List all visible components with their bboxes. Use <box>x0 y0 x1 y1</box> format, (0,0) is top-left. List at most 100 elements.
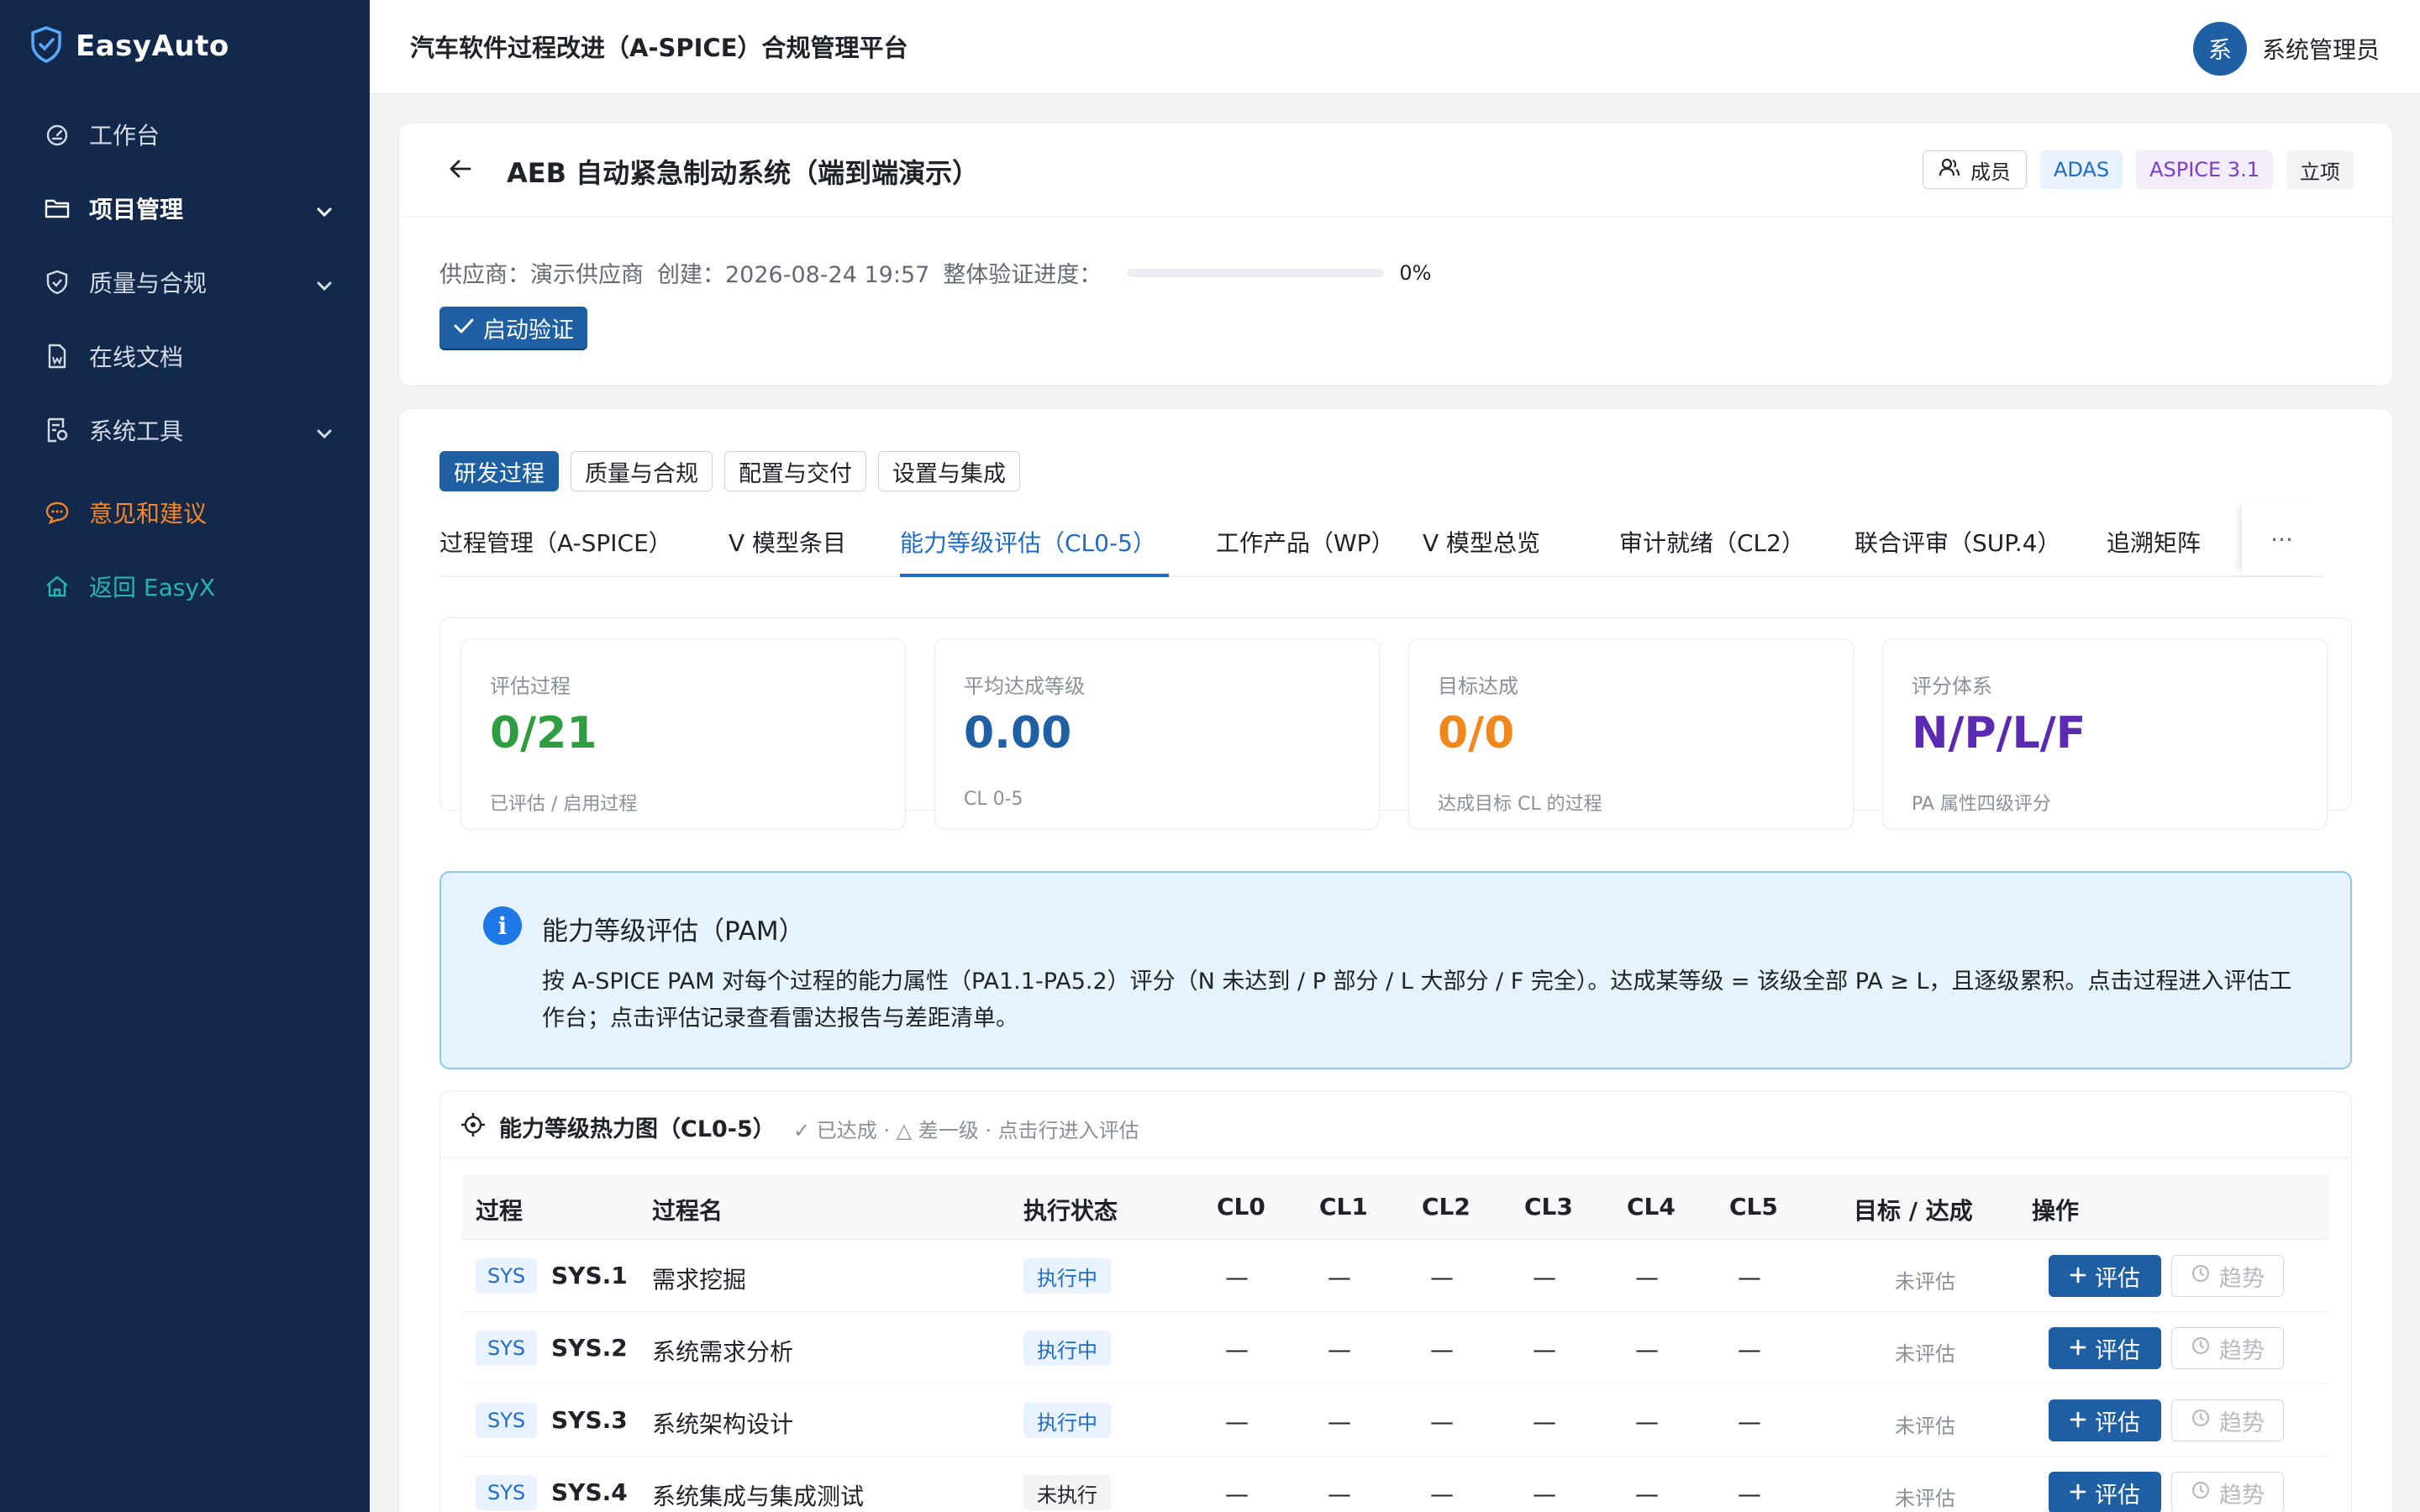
avatar[interactable]: 系 <box>2192 22 2247 76</box>
sidebar-item-label: 系统工具 <box>89 417 184 445</box>
cl2-cell: — <box>1430 1336 1454 1363</box>
heatmap-header: 能力等级热力图（CL0-5） ✓ 已达成 · △ 差一级 · 点击行进入评估 <box>440 1092 2351 1158</box>
info-alert: i 能力等级评估（PAM） 按 A-SPICE PAM 对每个过程的能力属性（P… <box>439 871 2352 1069</box>
tag-adas: ADAS <box>2039 150 2123 189</box>
cl4-cell: — <box>1635 1336 1659 1363</box>
sidebar-item-label: 质量与合规 <box>89 270 208 297</box>
members-label: 成员 <box>1970 160 2011 184</box>
evaluate-button[interactable]: 评估 <box>2049 1399 2161 1441</box>
cl5-cell: — <box>1738 1408 1761 1436</box>
col-cl4: CL4 <box>1627 1193 1676 1221</box>
segment-config[interactable]: 配置与交付 <box>724 451 866 491</box>
history-icon <box>2191 1263 2211 1289</box>
tab-process-management[interactable]: 过程管理（A-SPICE） <box>439 525 672 559</box>
col-process-name: 过程名 <box>652 1197 723 1225</box>
process-group-tag: SYS <box>476 1258 538 1294</box>
trend-button[interactable]: 趋势 <box>2171 1399 2284 1441</box>
cl1-cell: — <box>1328 1263 1351 1291</box>
start-verification-button[interactable]: 启动验证 <box>439 307 587 349</box>
stats-panel: 评估过程 0/21 已评估 / 启用过程 平均达成等级 0.00 CL 0-5 … <box>439 617 2352 830</box>
sidebar-item-feedback[interactable]: 意见和建议 <box>0 475 370 549</box>
table-header: 过程 过程名 执行状态 CL0 CL1 CL2 CL3 CL4 CL5 目标 /… <box>462 1174 2329 1240</box>
tab-work-products[interactable]: 工作产品（WP） <box>1216 525 1395 559</box>
col-cl5: CL5 <box>1729 1193 1778 1221</box>
cl5-cell: — <box>1738 1336 1761 1363</box>
users-icon <box>1939 157 1960 182</box>
stat-value: 0.00 <box>964 708 1072 759</box>
plus-icon <box>2070 1263 2086 1289</box>
project-tags: 成员 ADAS ASPICE 3.1 立项 <box>1922 150 2354 189</box>
evaluate-button[interactable]: 评估 <box>2049 1255 2161 1297</box>
cl5-cell: — <box>1738 1263 1761 1291</box>
user-name[interactable]: 系统管理员 <box>2262 32 2380 66</box>
trend-button[interactable]: 趋势 <box>2171 1472 2284 1512</box>
process-id: SYS.1 <box>551 1262 628 1289</box>
evaluate-button[interactable]: 评估 <box>2049 1327 2161 1369</box>
brand[interactable]: EasyAuto <box>30 25 229 67</box>
segment-group: 研发过程 质量与合规 配置与交付 设置与集成 <box>439 451 1020 491</box>
table-row[interactable]: SYS SYS.3 系统架构设计 执行中 — — — — — — 未评估 评估 趋势 <box>462 1384 2329 1457</box>
segment-dev-process[interactable]: 研发过程 <box>439 451 559 491</box>
progress-percent: 0% <box>1399 260 1432 285</box>
sidebar-item-docs[interactable]: 在线文档 <box>0 319 370 393</box>
stat-label: 目标达成 <box>1438 675 1518 698</box>
top-header: 汽车软件过程改进（A-SPICE）合规管理平台 系 系统管理员 <box>370 0 2420 94</box>
back-arrow-icon[interactable] <box>448 157 473 184</box>
col-cl1: CL1 <box>1319 1193 1368 1221</box>
sidebar-item-label: 在线文档 <box>89 344 184 371</box>
col-target: 目标 / 达成 <box>1854 1197 1973 1225</box>
trend-label: 趋势 <box>2219 1265 2265 1292</box>
trend-button[interactable]: 趋势 <box>2171 1327 2284 1369</box>
tab-audit-ready[interactable]: 审计就绪（CL2） <box>1619 525 1805 559</box>
trend-button[interactable]: 趋势 <box>2171 1255 2284 1297</box>
brand-name: EasyAuto <box>76 29 229 63</box>
tab-v-model-items[interactable]: V 模型条目 <box>729 525 846 559</box>
cl3-cell: — <box>1533 1263 1556 1291</box>
segment-settings[interactable]: 设置与集成 <box>878 451 1020 491</box>
trend-label: 趋势 <box>2219 1337 2265 1364</box>
project-header: AEB 自动紧急制动系统（端到端演示） 成员 ADAS ASPICE 3.1 立… <box>399 123 2392 218</box>
stat-label: 评分体系 <box>1912 675 1992 698</box>
stat-sub: PA 属性四级评分 <box>1912 794 2051 815</box>
tab-v-model-overview[interactable]: V 模型总览 <box>1423 525 1540 559</box>
cl1-cell: — <box>1328 1336 1351 1363</box>
table-row[interactable]: SYS SYS.2 系统需求分析 执行中 — — — — — — 未评估 评估 趋势 <box>462 1312 2329 1384</box>
tab-trace-matrix[interactable]: 追溯矩阵 <box>2107 525 2201 559</box>
sidebar-item-projects[interactable]: 项目管理 <box>0 171 370 245</box>
info-body: 按 A-SPICE PAM 对每个过程的能力属性（PA1.1-PA5.2）评分（… <box>542 969 2292 1032</box>
info-icon: i <box>483 906 522 945</box>
project-card: AEB 自动紧急制动系统（端到端演示） 成员 ADAS ASPICE 3.1 立… <box>398 123 2393 386</box>
dashboard-icon <box>44 121 71 148</box>
chevron-down-icon <box>316 270 333 298</box>
info-title: 能力等级评估（PAM） <box>542 916 805 947</box>
progress-bar <box>1127 268 1385 277</box>
tab-capability-level[interactable]: 能力等级评估（CL0-5） <box>900 525 1156 559</box>
user-menu[interactable]: 系 系统管理员 <box>2192 22 2380 76</box>
trend-label: 趋势 <box>2219 1410 2265 1436</box>
members-button[interactable]: 成员 <box>1922 150 2027 189</box>
stat-card-evaluated: 评估过程 0/21 已评估 / 启用过程 <box>460 638 906 830</box>
cl3-cell: — <box>1533 1480 1556 1508</box>
table-row[interactable]: SYS SYS.4 系统集成与集成测试 未执行 — — — — — — 未评估 评估 趋势 <box>462 1457 2329 1512</box>
evaluate-button[interactable]: 评估 <box>2049 1472 2161 1512</box>
capability-heatmap: 能力等级热力图（CL0-5） ✓ 已达成 · △ 差一级 · 点击行进入评估 过… <box>439 1091 2352 1512</box>
segment-quality[interactable]: 质量与合规 <box>571 451 713 491</box>
sidebar-item-tools[interactable]: 系统工具 <box>0 393 370 467</box>
check-icon <box>453 315 475 341</box>
sidebar-item-workbench[interactable]: 工作台 <box>0 97 370 171</box>
sidebar-item-label: 工作台 <box>89 122 160 150</box>
process-group-tag: SYS <box>476 1403 538 1438</box>
supplier-text: 供应商：演示供应商 <box>439 262 644 288</box>
chat-icon <box>44 499 71 526</box>
col-process: 过程 <box>476 1197 523 1225</box>
stat-card-scoring: 评分体系 N/P/L/F PA 属性四级评分 <box>1882 638 2328 830</box>
cl2-cell: — <box>1430 1263 1454 1291</box>
sidebar-item-back-easyx[interactable]: 返回 EasyX <box>0 549 370 623</box>
tab-joint-review[interactable]: 联合评审（SUP.4） <box>1854 525 2061 559</box>
more-tabs-button[interactable]: ··· <box>2241 503 2322 575</box>
sidebar-item-quality[interactable]: 质量与合规 <box>0 245 370 319</box>
cl0-cell: — <box>1225 1480 1249 1508</box>
plus-icon <box>2070 1480 2086 1506</box>
table-row[interactable]: SYS SYS.1 需求挖掘 执行中 — — — — — — 未评估 评估 趋势 <box>462 1240 2329 1312</box>
cl2-cell: — <box>1430 1408 1454 1436</box>
